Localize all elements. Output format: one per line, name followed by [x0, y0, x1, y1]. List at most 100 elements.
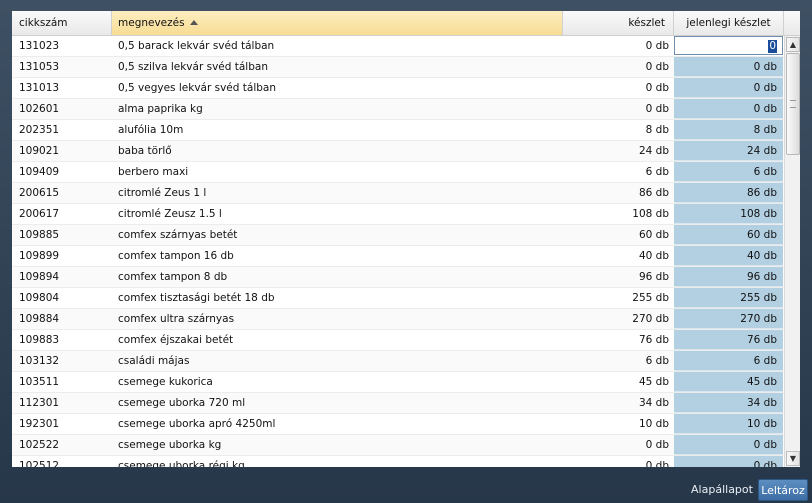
cell-code: 109021	[19, 145, 60, 157]
table-row[interactable]: 109409 berbero maxi 6 db 6 db	[12, 162, 784, 183]
column-header-actual-stock-label: jelenlegi készlet	[686, 17, 771, 29]
cell-name: 0,5 szilva lekvár svéd tálban	[118, 61, 268, 73]
column-header-actual-stock[interactable]: jelenlegi készlet	[674, 11, 784, 35]
table-row[interactable]: 109885 comfex szárnyas betét 60 db 60 db	[12, 225, 784, 246]
cell-actual-stock[interactable]: 60 db	[674, 225, 783, 245]
table-row[interactable]: 131013 0,5 vegyes lekvár svéd tálban 0 db 0…	[12, 78, 784, 99]
scrollbar-thumb[interactable]	[786, 53, 800, 155]
column-header-stock-label: készlet	[628, 17, 665, 29]
cell-actual-stock[interactable]: 0 db	[674, 78, 783, 98]
cell-actual-stock[interactable]: 24 db	[674, 141, 783, 161]
cell-stock: 60 db	[638, 229, 669, 241]
cell-name: alma paprika kg	[118, 103, 203, 115]
cell-actual-stock[interactable]: 0 db	[674, 57, 783, 77]
cell-code: 109899	[19, 250, 60, 262]
cell-actual-stock[interactable]: 76 db	[674, 330, 783, 350]
cell-stock: 0 db	[645, 61, 669, 73]
cell-name: 0,5 vegyes lekvár svéd tálban	[118, 82, 276, 94]
table-row[interactable]: 109021 baba törlő 24 db 24 db	[12, 141, 784, 162]
table-row[interactable]: 103511 csemege kukorica 45 db 45 db	[12, 372, 784, 393]
cell-code: 109894	[19, 271, 60, 283]
cell-code: 109885	[19, 229, 60, 241]
cell-name: comfex tampon 8 db	[118, 271, 228, 283]
cell-code: 102512	[19, 460, 60, 467]
cell-name: berbero maxi	[118, 166, 189, 178]
cell-name: citromlé Zeus 1 l	[118, 187, 207, 199]
stocktake-button[interactable]: Leltároz	[758, 479, 808, 501]
cell-stock: 0 db	[645, 460, 669, 467]
cell-name: comfex tampon 16 db	[118, 250, 234, 262]
column-header-name-label: megnevezés	[118, 17, 185, 29]
cell-name: csemege kukorica	[118, 376, 213, 388]
cell-stock: 255 db	[632, 292, 669, 304]
inventory-window: cikkszám megnevezés készlet jelenlegi ké…	[0, 0, 812, 503]
cell-stock: 96 db	[638, 271, 669, 283]
table-row[interactable]: 109804 comfex tisztasági betét 18 db 255 d…	[12, 288, 784, 309]
inventory-grid: cikkszám megnevezés készlet jelenlegi ké…	[12, 11, 800, 467]
table-row[interactable]: 102522 csemege uborka kg 0 db 0 db	[12, 435, 784, 456]
column-header-name[interactable]: megnevezés	[112, 11, 563, 35]
cell-actual-stock[interactable]: 108 db	[674, 204, 783, 224]
cell-actual-stock[interactable]: 96 db	[674, 267, 783, 287]
cell-name: családi májas	[118, 355, 190, 367]
table-row[interactable]: 109899 comfex tampon 16 db 40 db 40 db	[12, 246, 784, 267]
cell-code: 103511	[19, 376, 60, 388]
column-header-code[interactable]: cikkszám	[12, 11, 112, 35]
table-row[interactable]: 202351 alufólia 10m 8 db 8 db	[12, 120, 784, 141]
cell-stock: 10 db	[638, 418, 669, 430]
cell-actual-stock[interactable]: 45 db	[674, 372, 783, 392]
cell-actual-stock[interactable]: 10 db	[674, 414, 783, 434]
cell-actual-stock[interactable]: 0 db	[674, 456, 783, 467]
table-row[interactable]: 109884 comfex ultra szárnyas 270 db 270 db	[12, 309, 784, 330]
column-header-stock[interactable]: készlet	[563, 11, 674, 35]
cell-name: 0,5 barack lekvár svéd tálban	[118, 40, 275, 52]
scroll-up-arrow-icon[interactable]: ▲	[786, 37, 800, 52]
cell-actual-stock[interactable]: 8 db	[674, 120, 783, 140]
cell-actual-stock[interactable]: 0 db	[674, 435, 783, 455]
cell-code: 131053	[19, 61, 60, 73]
grid-body: 131023 0,5 barack lekvár svéd tálban 0 db 0…	[12, 36, 784, 467]
cell-name: comfex ultra szárnyas	[118, 313, 235, 325]
scroll-down-arrow-icon[interactable]: ▼	[786, 451, 800, 466]
cell-stock: 6 db	[645, 355, 669, 367]
table-row[interactable]: 192301 csemege uborka apró 4250ml 10 db 10 …	[12, 414, 784, 435]
actual-stock-input[interactable]: 0	[674, 36, 783, 55]
cell-code: 131013	[19, 82, 60, 94]
cell-actual-stock[interactable]: 40 db	[674, 246, 783, 266]
cell-code: 102522	[19, 439, 60, 451]
cell-actual-stock[interactable]: 255 db	[674, 288, 783, 308]
cell-name: csemege uborka 720 ml	[118, 397, 246, 409]
cell-code: 109883	[19, 334, 60, 346]
table-row[interactable]: 112301 csemege uborka 720 ml 34 db 34 db	[12, 393, 784, 414]
cell-actual-stock[interactable]: 0 db	[674, 99, 783, 119]
reset-button[interactable]: Alapállapot	[690, 479, 754, 501]
table-row[interactable]: 109894 comfex tampon 8 db 96 db 96 db	[12, 267, 784, 288]
cell-stock: 45 db	[638, 376, 669, 388]
table-row[interactable]: 102601 alma paprika kg 0 db 0 db	[12, 99, 784, 120]
table-row[interactable]: 200617 citromlé Zeusz 1.5 l 108 db 108 db	[12, 204, 784, 225]
cell-actual-stock[interactable]: 6 db	[674, 351, 783, 371]
header-filler	[784, 11, 800, 35]
table-row[interactable]: 131053 0,5 szilva lekvár svéd tálban 0 db 0…	[12, 57, 784, 78]
cell-actual-stock[interactable]: 270 db	[674, 309, 783, 329]
cell-stock: 8 db	[645, 124, 669, 136]
table-row[interactable]: 131023 0,5 barack lekvár svéd tálban 0 db 0	[12, 36, 784, 57]
table-row[interactable]: 102512 csemege uborka régi kg 0 db 0 db	[12, 456, 784, 467]
table-row[interactable]: 109883 comfex éjszakai betét 76 db 76 db	[12, 330, 784, 351]
cell-code: 112301	[19, 397, 60, 409]
table-row[interactable]: 103132 családi májas 6 db 6 db	[12, 351, 784, 372]
cell-actual-stock[interactable]: 34 db	[674, 393, 783, 413]
cell-name: csemege uborka apró 4250ml	[118, 418, 276, 430]
cell-actual-stock[interactable]: 86 db	[674, 183, 783, 203]
grid-header: cikkszám megnevezés készlet jelenlegi ké…	[12, 11, 800, 36]
cell-name: csemege uborka kg	[118, 439, 222, 451]
cell-stock: 0 db	[645, 40, 669, 52]
cell-stock: 24 db	[638, 145, 669, 157]
cell-stock: 40 db	[638, 250, 669, 262]
table-row[interactable]: 200615 citromlé Zeus 1 l 86 db 86 db	[12, 183, 784, 204]
cell-name: comfex tisztasági betét 18 db	[118, 292, 275, 304]
vertical-scrollbar[interactable]: ▲ ▼	[784, 36, 800, 467]
cell-stock: 76 db	[638, 334, 669, 346]
cell-stock: 0 db	[645, 103, 669, 115]
cell-actual-stock[interactable]: 6 db	[674, 162, 783, 182]
